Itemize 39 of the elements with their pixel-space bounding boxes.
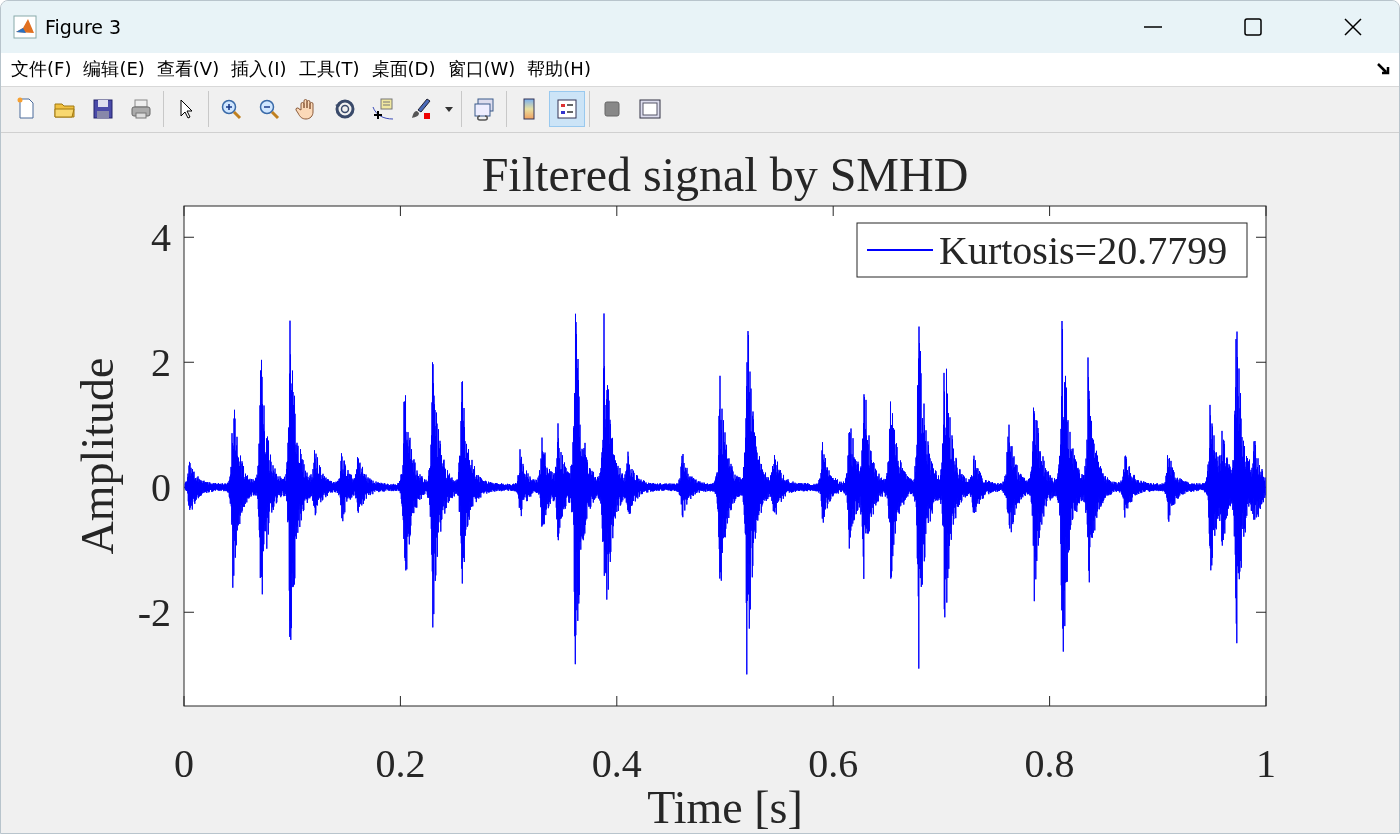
app-logo-icon [13, 15, 37, 39]
linked-windows-icon [472, 97, 496, 122]
dock-arrow-icon[interactable] [1377, 62, 1391, 77]
zoom-in-icon [219, 97, 243, 122]
window-title: Figure 3 [45, 16, 123, 38]
menu-item[interactable]: 查看(V) [150, 55, 226, 84]
menu-item[interactable]: 插入(I) [225, 55, 293, 84]
menu-item[interactable]: 桌面(D) [365, 55, 442, 84]
legend-label: Kurtosis=20.7799 [939, 228, 1228, 273]
menu-item[interactable]: 编辑(E) [77, 55, 151, 84]
x-tick-label: 0.4 [591, 741, 642, 786]
printer-icon [129, 97, 153, 122]
window-icon [638, 97, 662, 122]
zoom-out-icon [257, 97, 281, 122]
y-tick-label: -2 [137, 590, 171, 636]
x-tick-label: 0.8 [1024, 741, 1075, 786]
y-tick-label: 4 [151, 215, 171, 261]
x-tick-label: 0 [174, 741, 194, 786]
brush-icon [409, 97, 433, 122]
menu-item[interactable]: 窗口(W) [441, 55, 522, 84]
y-tick-label: 2 [151, 340, 171, 386]
menu-item[interactable]: 文件(F) [5, 55, 78, 84]
x-tick-label: 0.2 [375, 741, 426, 786]
maximize-icon [1244, 18, 1262, 36]
y-axis-label: Amplitude [72, 357, 123, 555]
menu-item[interactable]: 工具(T) [292, 55, 366, 84]
menu-item[interactable]: 帮助(H) [521, 55, 597, 84]
y-tick-label: 0 [151, 465, 171, 511]
plot-title: Filtered signal by SMHD [481, 148, 969, 201]
legend-button[interactable] [549, 91, 585, 128]
x-tick-label: 1 [1256, 741, 1276, 786]
x-axis-label: Time [s] [647, 782, 803, 833]
legend-icon [555, 97, 579, 122]
minimize-icon [1144, 26, 1162, 28]
caret-icon [445, 106, 453, 112]
x-tick-label: 0.6 [808, 741, 859, 786]
data-tip-icon [371, 97, 395, 122]
close-icon [1344, 18, 1362, 36]
legend[interactable]: Kurtosis=20.7799 [856, 222, 1248, 278]
